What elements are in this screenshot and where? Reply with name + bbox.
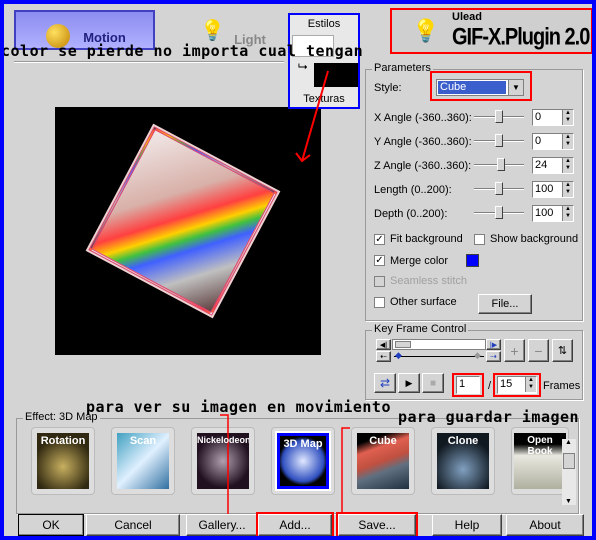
- effect-label: Rotation: [40, 435, 86, 447]
- add-button[interactable]: Add...: [256, 512, 334, 536]
- effect-label: Scan: [129, 435, 157, 447]
- help-button[interactable]: Help: [432, 514, 502, 536]
- ok-button[interactable]: OK: [18, 514, 84, 536]
- effect-label: Clone: [447, 435, 479, 447]
- annotation-lines: [220, 414, 350, 516]
- plugin-window: Motion 💡 Light 💡 Ulead GIF-X.Plugin 2.0 …: [4, 4, 592, 536]
- effect-label: Nickelodeon: [197, 435, 249, 445]
- effect-label: 3D Map: [283, 438, 323, 450]
- effect-label: Cube: [369, 435, 397, 447]
- cancel-button[interactable]: Cancel: [86, 514, 180, 536]
- about-button[interactable]: About: [506, 514, 584, 536]
- save-button[interactable]: Save...: [336, 512, 418, 536]
- effect-label: Open Book: [527, 435, 553, 457]
- gallery-button[interactable]: Gallery...: [186, 514, 258, 536]
